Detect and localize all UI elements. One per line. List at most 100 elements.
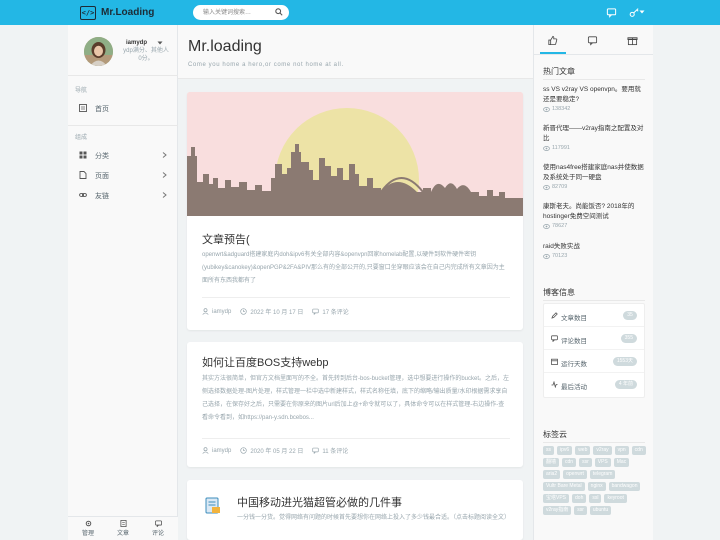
post-date: 2020 年 05 月 22 日	[250, 449, 304, 455]
hot-post-item[interactable]: ss VS v2ray VS openvpn。要用就还是要稳定? 138342	[543, 85, 647, 112]
link-icon	[79, 193, 87, 197]
hot-post-views: 117991	[543, 145, 647, 151]
chat-icon[interactable]	[606, 7, 617, 18]
tag-item[interactable]: telegram	[589, 470, 616, 479]
post-title[interactable]: 中国移动进光猫超管必做的几件事	[237, 494, 402, 510]
post-title[interactable]: 如何让百度BOS支持webp	[202, 354, 329, 370]
post-comments-link[interactable]: 11 条评论	[322, 446, 348, 455]
tag-item[interactable]: ssr	[574, 506, 587, 515]
post-banner-image[interactable]	[187, 92, 523, 252]
tag-item[interactable]: nginx	[587, 482, 606, 491]
caret-down-icon[interactable]	[157, 41, 163, 45]
tag-item[interactable]: vpn	[614, 446, 629, 455]
hot-post-views: 70123	[543, 253, 647, 259]
sidebar-item-links[interactable]: 友链	[68, 186, 178, 204]
page-title[interactable]: Mr.loading	[188, 38, 262, 56]
tag-item[interactable]: Vultr Bare Metal	[543, 482, 585, 491]
hot-post-item[interactable]: 新晋代理——v2ray指南之配置及对比 117991	[543, 124, 647, 151]
sidebar-item-category[interactable]: 分类	[68, 146, 178, 164]
hot-post-views: 138342	[543, 106, 647, 112]
footer-comments-button[interactable]: 评论	[144, 520, 172, 537]
tag-item[interactable]: bandwagon	[608, 482, 641, 491]
divider	[543, 442, 645, 443]
footer-label: 管理	[81, 531, 94, 537]
page-header: Mr.loading Come you home a hero,or come …	[178, 25, 533, 79]
comment-icon	[312, 447, 320, 454]
site-name: Mr.Loading	[101, 7, 155, 18]
tag-item[interactable]: aria2	[543, 470, 561, 479]
tag-item[interactable]: keyroot	[604, 494, 627, 503]
home-icon	[79, 104, 87, 112]
hot-post-title[interactable]: ss VS v2ray VS openvpn。要用就还是要稳定?	[543, 85, 647, 105]
post-meta: iamydp 2020 年 05 月 22 日 11 条评论	[202, 446, 348, 455]
post-meta: iamydp 2022 年 10 月 17 日 17 条评论	[202, 307, 349, 316]
tag-item[interactable]: ipv6	[557, 446, 573, 455]
post-card[interactable]: 中国移动进光猫超管必做的几件事 一分钱一分货。觉得网络有问题的时候首先要想你在网…	[187, 480, 523, 540]
sidebar-item-label: 分类	[95, 153, 109, 160]
sidebar-item-label: 首页	[95, 106, 109, 113]
post-card[interactable]: 文章预告( openwrt&adguard搭建家庭内doh&ipv6有关全部内容…	[187, 92, 523, 330]
thumbs-up-icon[interactable]	[547, 35, 558, 46]
hot-post-title[interactable]: raid失败实战	[543, 242, 647, 252]
hot-post-title[interactable]: 使用nas4free搭建家庭nas并使数据及系统处于同一硬盘	[543, 163, 647, 183]
tag-item[interactable]: doh	[572, 494, 587, 503]
tag-item[interactable]: 翻墙	[543, 458, 560, 467]
tag-item[interactable]: cdn	[562, 458, 577, 467]
tag-item[interactable]: v2ray指南	[543, 506, 572, 515]
user-name[interactable]: iamydp	[126, 40, 147, 46]
footer-label: 评论	[151, 531, 164, 537]
hot-post-title[interactable]: 康斯老夫。尚能饭否? 2018年的hostinger免费空间测试	[543, 202, 647, 222]
hot-post-item[interactable]: 使用nas4free搭建家庭nas并使数据及系统处于同一硬盘 82709	[543, 163, 647, 190]
tag-item[interactable]: v2ray	[593, 446, 612, 455]
footer-posts-button[interactable]: 文章	[109, 520, 137, 537]
tag-item[interactable]: Mac	[613, 458, 630, 467]
tag-item[interactable]: web	[575, 446, 591, 455]
gift-icon[interactable]	[627, 35, 638, 46]
tag-item[interactable]: ss	[543, 446, 554, 455]
post-comments-link[interactable]: 17 条评论	[322, 307, 348, 316]
post-thumbnail-icon[interactable]	[202, 495, 224, 517]
site-logo[interactable]: </> Mr.Loading	[80, 3, 178, 22]
post-author[interactable]: iamydp	[212, 448, 231, 454]
tag-item[interactable]: openwrt	[563, 470, 587, 479]
sidebar-item-pages[interactable]: 页面	[68, 166, 178, 184]
calendar-icon	[551, 358, 558, 365]
group-heading: 组成	[75, 135, 88, 141]
post-excerpt: 一分钱一分货。觉得网络有问题的时候首先要想你在网络上投入了多少钱最合适。（点击标…	[237, 515, 511, 521]
tag-item[interactable]: VPS	[594, 458, 611, 467]
active-tab-indicator	[540, 52, 566, 54]
info-row-comments: 评论数目 355	[544, 327, 644, 350]
comment-icon[interactable]	[587, 35, 598, 46]
left-sidebar: iamydp ydp满分、其他人0分。 导航 首页 组成 分类 页面 友链 管理…	[68, 25, 178, 540]
eye-icon	[543, 184, 550, 190]
post-card[interactable]: 如何让百度BOS支持webp 其实方法很简单，但官方文档里面写的不全。首先转到后…	[187, 342, 523, 467]
hot-post-item[interactable]: raid失败实战 70123	[543, 242, 647, 259]
grid-icon	[79, 151, 87, 159]
comment-icon	[312, 308, 320, 315]
divider	[202, 297, 510, 298]
post-title[interactable]: 文章预告(	[202, 231, 250, 247]
sidebar-item-label: 页面	[95, 173, 109, 180]
tag-item[interactable]: ubuntu	[589, 506, 612, 515]
page-background	[653, 25, 720, 540]
tag-item[interactable]: cdn	[631, 446, 646, 455]
tag-item[interactable]: ssl	[589, 494, 602, 503]
hot-post-title[interactable]: 新晋代理——v2ray指南之配置及对比	[543, 124, 647, 144]
info-badge: 1553天	[612, 357, 637, 366]
info-badge: 355	[620, 334, 637, 343]
activity-icon	[551, 381, 558, 388]
caret-down-icon[interactable]	[639, 9, 645, 15]
post-author[interactable]: iamydp	[212, 309, 231, 315]
nav-heading: 导航	[75, 88, 88, 94]
sidebar-item-home[interactable]: 首页	[68, 99, 178, 117]
tag-item[interactable]: ssr	[579, 458, 592, 467]
chevron-right-icon	[162, 152, 167, 158]
search-icon[interactable]	[275, 8, 283, 16]
comment-icon	[154, 520, 162, 527]
avatar[interactable]	[84, 37, 113, 66]
eye-icon	[543, 106, 550, 112]
hot-post-item[interactable]: 康斯老夫。尚能饭否? 2018年的hostinger免费空间测试 78627	[543, 202, 647, 229]
footer-admin-button[interactable]: 管理	[74, 520, 102, 537]
eye-icon	[543, 253, 550, 259]
tag-item[interactable]: 宝塔VPS	[543, 494, 570, 503]
